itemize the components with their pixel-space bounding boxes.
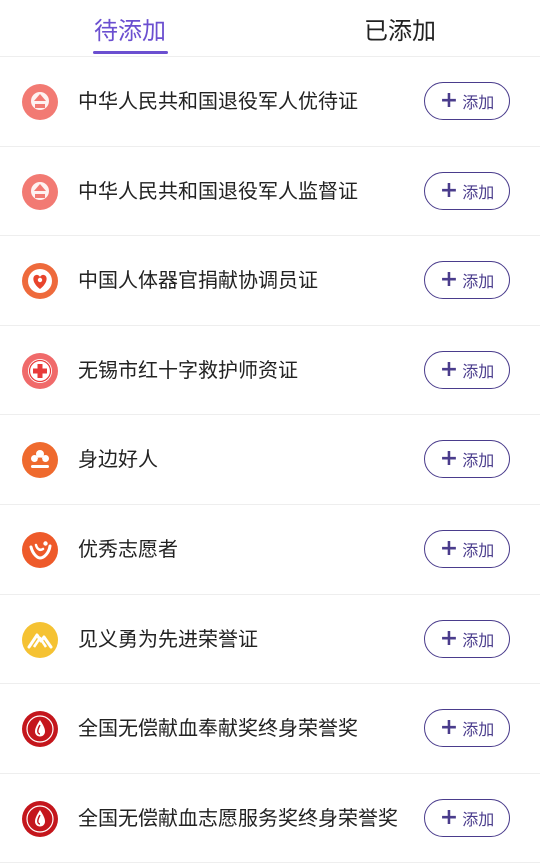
certificate-title: 全国无偿献血志愿服务奖终身荣誉奖	[78, 805, 398, 830]
list-item: 优秀志愿者 + 添加	[0, 505, 540, 595]
add-button[interactable]: + 添加	[424, 82, 510, 120]
plus-icon: +	[439, 804, 459, 830]
add-button-label: 添加	[462, 451, 495, 471]
certificate-title: 身边好人	[78, 447, 158, 472]
list-item: 全国无偿献血奉献奖终身荣誉奖 + 添加	[0, 684, 540, 774]
volunteer-heart-icon	[22, 531, 58, 568]
add-button[interactable]: + 添加	[424, 709, 510, 748]
list-item: 中国人体器官捐献协调员证 + 添加	[0, 236, 540, 326]
certificate-title: 见义勇为先进荣誉证	[78, 626, 258, 651]
certificate-title: 中国人体器官捐献协调员证	[78, 268, 318, 293]
organ-donation-heart-icon	[22, 263, 58, 300]
tab-added[interactable]: 已添加	[330, 0, 470, 56]
list-item: 身边好人 + 添加	[0, 415, 540, 505]
plus-icon: +	[439, 267, 459, 293]
plus-icon: +	[439, 446, 459, 472]
tab-pending[interactable]: 待添加	[60, 0, 200, 56]
plus-icon: +	[439, 88, 459, 113]
add-button[interactable]: + 添加	[424, 171, 510, 210]
plus-icon: +	[439, 177, 459, 203]
add-button[interactable]: + 添加	[424, 529, 510, 568]
add-button-label: 添加	[462, 361, 495, 381]
plus-icon: +	[439, 535, 459, 561]
bravery-mountain-icon	[22, 621, 58, 658]
blood-donation-icon	[22, 711, 58, 748]
add-button-label: 添加	[462, 182, 495, 202]
national-emblem-icon	[22, 84, 58, 120]
tab-bar: 待添加 已添加	[0, 0, 540, 57]
certificate-title: 中华人民共和国退役军人监督证	[78, 178, 358, 203]
good-person-flower-icon	[22, 442, 58, 479]
add-button-label: 添加	[462, 272, 495, 292]
plus-icon: +	[439, 625, 459, 651]
list-item: 全国无偿献血志愿服务奖终身荣誉奖 + 添加	[0, 774, 540, 863]
certificate-title: 无锡市红十字救护师资证	[78, 357, 298, 382]
national-emblem-icon	[22, 173, 58, 210]
certificate-title: 优秀志愿者	[78, 536, 178, 561]
add-button-label: 添加	[462, 809, 495, 829]
certificate-list: 中华人民共和国退役军人优待证 + 添加 中华人民共和国退役军人监督证 + 添加 中国…	[0, 57, 540, 863]
add-button[interactable]: + 添加	[424, 350, 510, 389]
list-item: 无锡市红十字救护师资证 + 添加	[0, 326, 540, 416]
add-button-label: 添加	[462, 93, 495, 112]
list-item: 见义勇为先进荣誉证 + 添加	[0, 595, 540, 685]
add-button-label: 添加	[462, 720, 495, 740]
add-button[interactable]: + 添加	[424, 440, 510, 479]
list-item: 中华人民共和国退役军人监督证 + 添加	[0, 147, 540, 237]
add-button[interactable]: + 添加	[424, 619, 510, 658]
plus-icon: +	[439, 715, 459, 741]
certificate-title: 全国无偿献血奉献奖终身荣誉奖	[78, 716, 358, 741]
add-button[interactable]: + 添加	[424, 798, 510, 837]
list-item: 中华人民共和国退役军人优待证 + 添加	[0, 57, 540, 147]
plus-icon: +	[439, 356, 459, 382]
add-button-label: 添加	[462, 540, 495, 560]
blood-donation-icon	[22, 800, 58, 837]
certificate-title: 中华人民共和国退役军人优待证	[78, 89, 358, 113]
add-button-label: 添加	[462, 630, 495, 650]
active-tab-indicator	[93, 51, 168, 54]
red-cross-icon	[22, 352, 58, 389]
add-button[interactable]: + 添加	[424, 261, 510, 300]
